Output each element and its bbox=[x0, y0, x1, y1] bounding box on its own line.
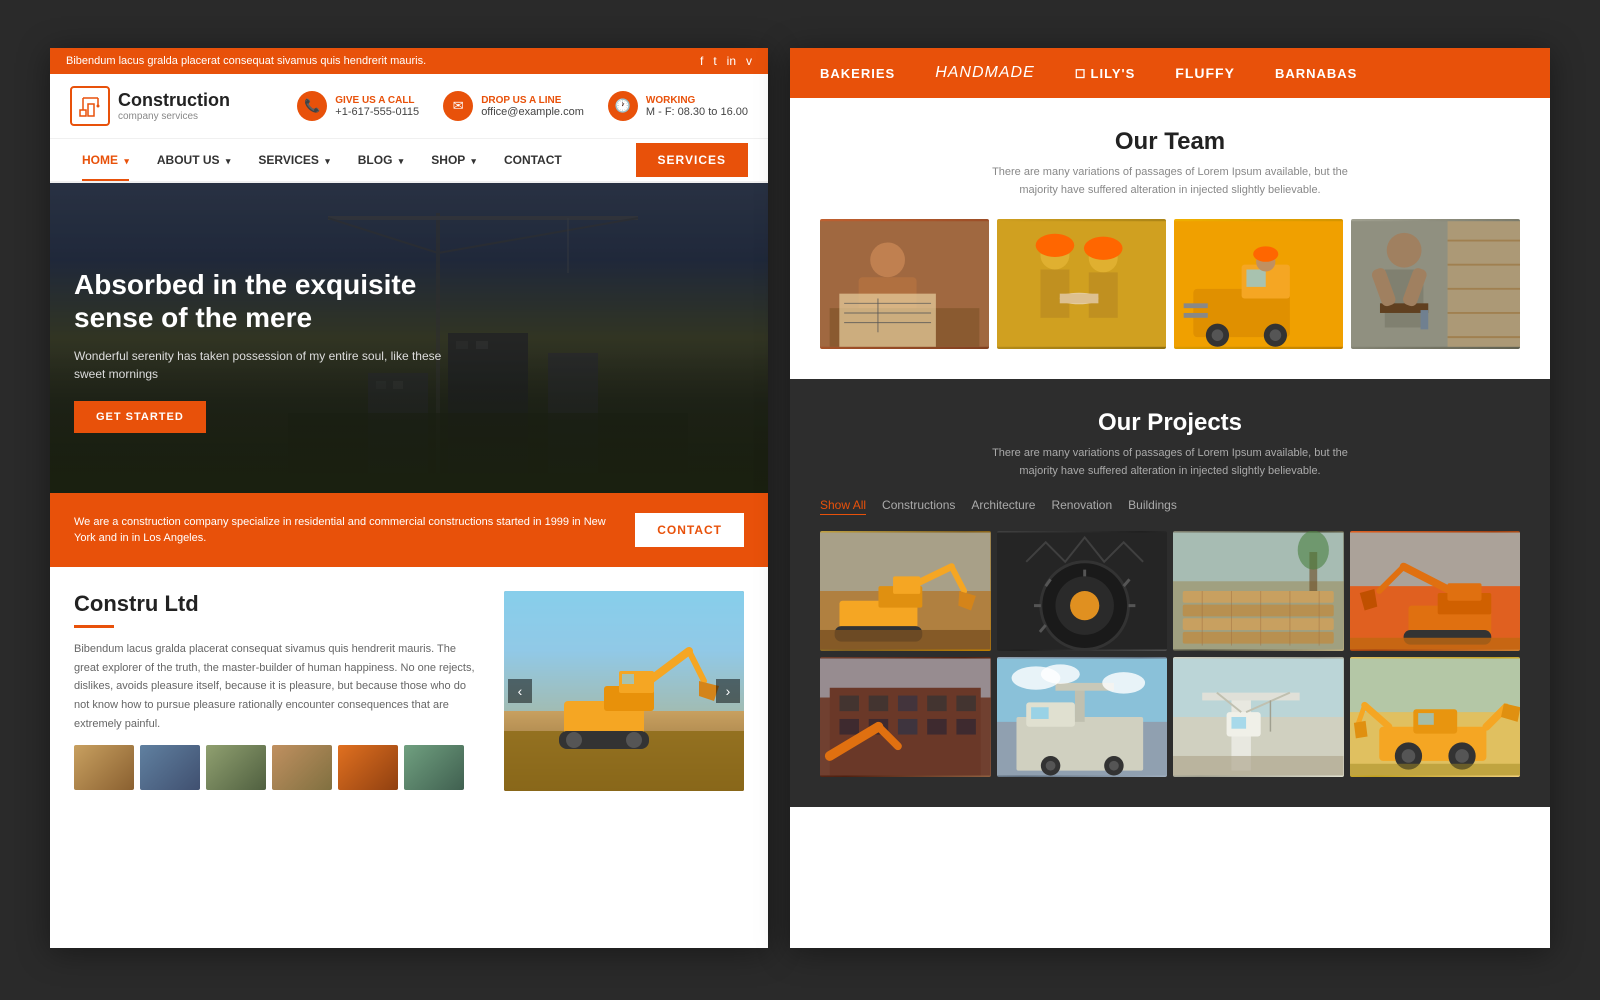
phone-icon: 📞 bbox=[297, 91, 327, 121]
clock-icon: 🕐 bbox=[608, 91, 638, 121]
team-card-2[interactable] bbox=[997, 219, 1166, 349]
linkedin-icon[interactable]: in bbox=[727, 54, 736, 68]
project-card-2[interactable] bbox=[997, 531, 1168, 651]
about-description: Bibendum lacus gralda placerat consequat… bbox=[74, 640, 484, 733]
about-image: ‹ › bbox=[504, 591, 744, 791]
thumbnail-5[interactable] bbox=[338, 745, 398, 790]
project-card-5[interactable] bbox=[820, 657, 991, 777]
social-icons: f t in v bbox=[700, 54, 752, 68]
hours-value: M - F: 08.30 to 16.00 bbox=[646, 106, 748, 118]
filter-renovation[interactable]: Renovation bbox=[1051, 496, 1112, 515]
header-contacts: 📞 Give us a call +1-617-555-0115 ✉ Drop … bbox=[297, 91, 748, 121]
get-started-button[interactable]: GET STARTED bbox=[74, 401, 206, 433]
category-handmade[interactable]: Handmade bbox=[935, 64, 1035, 82]
about-accent-line bbox=[74, 625, 114, 628]
nav-about[interactable]: ABOUT US ▾ bbox=[145, 139, 243, 181]
hours-label: Working bbox=[646, 95, 748, 106]
project-card-6[interactable] bbox=[997, 657, 1168, 777]
projects-grid bbox=[820, 531, 1520, 777]
team-grid bbox=[820, 219, 1520, 349]
lily-icon: ◻ bbox=[1075, 65, 1087, 81]
team-card-4[interactable] bbox=[1351, 219, 1520, 349]
category-lily[interactable]: ◻ LILY'S bbox=[1075, 65, 1136, 81]
thumbnail-2[interactable] bbox=[140, 745, 200, 790]
nav-blog[interactable]: BLOG ▾ bbox=[346, 139, 416, 181]
team-section: Our Team There are many variations of pa… bbox=[790, 98, 1550, 379]
hero-title: Absorbed in the exquisite sense of the m… bbox=[74, 268, 474, 335]
filter-show-all[interactable]: Show All bbox=[820, 496, 866, 515]
logo-title: Construction bbox=[118, 90, 230, 111]
hero-section: Absorbed in the exquisite sense of the m… bbox=[50, 183, 768, 493]
site-header: Construction company services 📞 Give us … bbox=[50, 74, 768, 139]
nav-services[interactable]: SERVICES ▾ bbox=[246, 139, 341, 181]
project-card-1[interactable] bbox=[820, 531, 991, 651]
category-bakeries[interactable]: BAKERIES bbox=[820, 66, 895, 81]
logo-icon bbox=[70, 86, 110, 126]
project-card-4[interactable] bbox=[1350, 531, 1521, 651]
right-panel: BAKERIES Handmade ◻ LILY'S FLUFFY BARNAB… bbox=[790, 48, 1550, 948]
nav-shop[interactable]: SHOP ▾ bbox=[419, 139, 488, 181]
project-card-3[interactable] bbox=[1173, 531, 1344, 651]
info-bar-text: We are a construction company specialize… bbox=[74, 514, 614, 547]
services-cta-button[interactable]: SERVICES bbox=[636, 143, 748, 177]
contact-phone-info: Give us a call +1-617-555-0115 bbox=[335, 95, 419, 118]
contact-email-info: Drop us a line office@example.com bbox=[481, 95, 584, 118]
logo-subtitle: company services bbox=[118, 111, 230, 122]
phone-value: +1-617-555-0115 bbox=[335, 106, 419, 118]
thumbnail-3[interactable] bbox=[206, 745, 266, 790]
team-description: There are many variations of passages of… bbox=[980, 164, 1360, 199]
projects-description: There are many variations of passages of… bbox=[980, 445, 1360, 480]
top-bar-message: Bibendum lacus gralda placerat consequat… bbox=[66, 55, 426, 67]
contact-email: ✉ Drop us a line office@example.com bbox=[443, 91, 584, 121]
contact-button[interactable]: CONTACT bbox=[635, 513, 744, 547]
nav-contact[interactable]: CONTACT bbox=[492, 139, 574, 181]
about-section: Constru Ltd Bibendum lacus gralda placer… bbox=[50, 567, 768, 815]
thumbnail-1[interactable] bbox=[74, 745, 134, 790]
nav-items: HOME ▾ ABOUT US ▾ SERVICES ▾ BLOG ▾ SHOP… bbox=[70, 139, 636, 181]
contact-phone: 📞 Give us a call +1-617-555-0115 bbox=[297, 91, 419, 121]
category-bar: BAKERIES Handmade ◻ LILY'S FLUFFY BARNAB… bbox=[790, 48, 1550, 98]
logo-text: Construction company services bbox=[118, 90, 230, 122]
filter-tabs: Show All Constructions Architecture Reno… bbox=[820, 496, 1520, 515]
projects-title: Our Projects bbox=[820, 409, 1520, 437]
phone-label: Give us a call bbox=[335, 95, 419, 106]
hero-subtitle: Wonderful serenity has taken possession … bbox=[74, 347, 474, 383]
top-bar: Bibendum lacus gralda placerat consequat… bbox=[50, 48, 768, 74]
team-card-1[interactable] bbox=[820, 219, 989, 349]
slider-prev-button[interactable]: ‹ bbox=[508, 679, 532, 703]
filter-architecture[interactable]: Architecture bbox=[971, 496, 1035, 515]
main-nav: HOME ▾ ABOUT US ▾ SERVICES ▾ BLOG ▾ SHOP… bbox=[50, 139, 768, 183]
project-card-7[interactable] bbox=[1173, 657, 1344, 777]
email-icon: ✉ bbox=[443, 91, 473, 121]
contact-hours: 🕐 Working M - F: 08.30 to 16.00 bbox=[608, 91, 748, 121]
vimeo-icon[interactable]: v bbox=[746, 54, 752, 68]
category-fluffy[interactable]: FLUFFY bbox=[1175, 65, 1235, 81]
slider-next-button[interactable]: › bbox=[716, 679, 740, 703]
info-bar: We are a construction company specialize… bbox=[50, 493, 768, 567]
filter-buildings[interactable]: Buildings bbox=[1128, 496, 1177, 515]
category-barnabas[interactable]: BARNABAS bbox=[1275, 66, 1357, 81]
nav-home[interactable]: HOME ▾ bbox=[70, 139, 141, 181]
logo[interactable]: Construction company services bbox=[70, 86, 230, 126]
about-thumbnails bbox=[74, 745, 484, 790]
projects-section: Our Projects There are many variations o… bbox=[790, 379, 1550, 807]
email-label: Drop us a line bbox=[481, 95, 584, 106]
contact-hours-info: Working M - F: 08.30 to 16.00 bbox=[646, 95, 748, 118]
team-card-3[interactable] bbox=[1174, 219, 1343, 349]
filter-constructions[interactable]: Constructions bbox=[882, 496, 955, 515]
email-value: office@example.com bbox=[481, 106, 584, 118]
project-card-8[interactable] bbox=[1350, 657, 1521, 777]
team-title: Our Team bbox=[820, 128, 1520, 156]
about-title: Constru Ltd bbox=[74, 591, 484, 617]
facebook-icon[interactable]: f bbox=[700, 54, 703, 68]
left-panel: Bibendum lacus gralda placerat consequat… bbox=[50, 48, 768, 948]
thumbnail-6[interactable] bbox=[404, 745, 464, 790]
twitter-icon[interactable]: t bbox=[713, 54, 716, 68]
hero-content: Absorbed in the exquisite sense of the m… bbox=[74, 268, 474, 433]
about-text: Constru Ltd Bibendum lacus gralda placer… bbox=[74, 591, 484, 791]
thumbnail-4[interactable] bbox=[272, 745, 332, 790]
excavator-image bbox=[504, 591, 744, 791]
